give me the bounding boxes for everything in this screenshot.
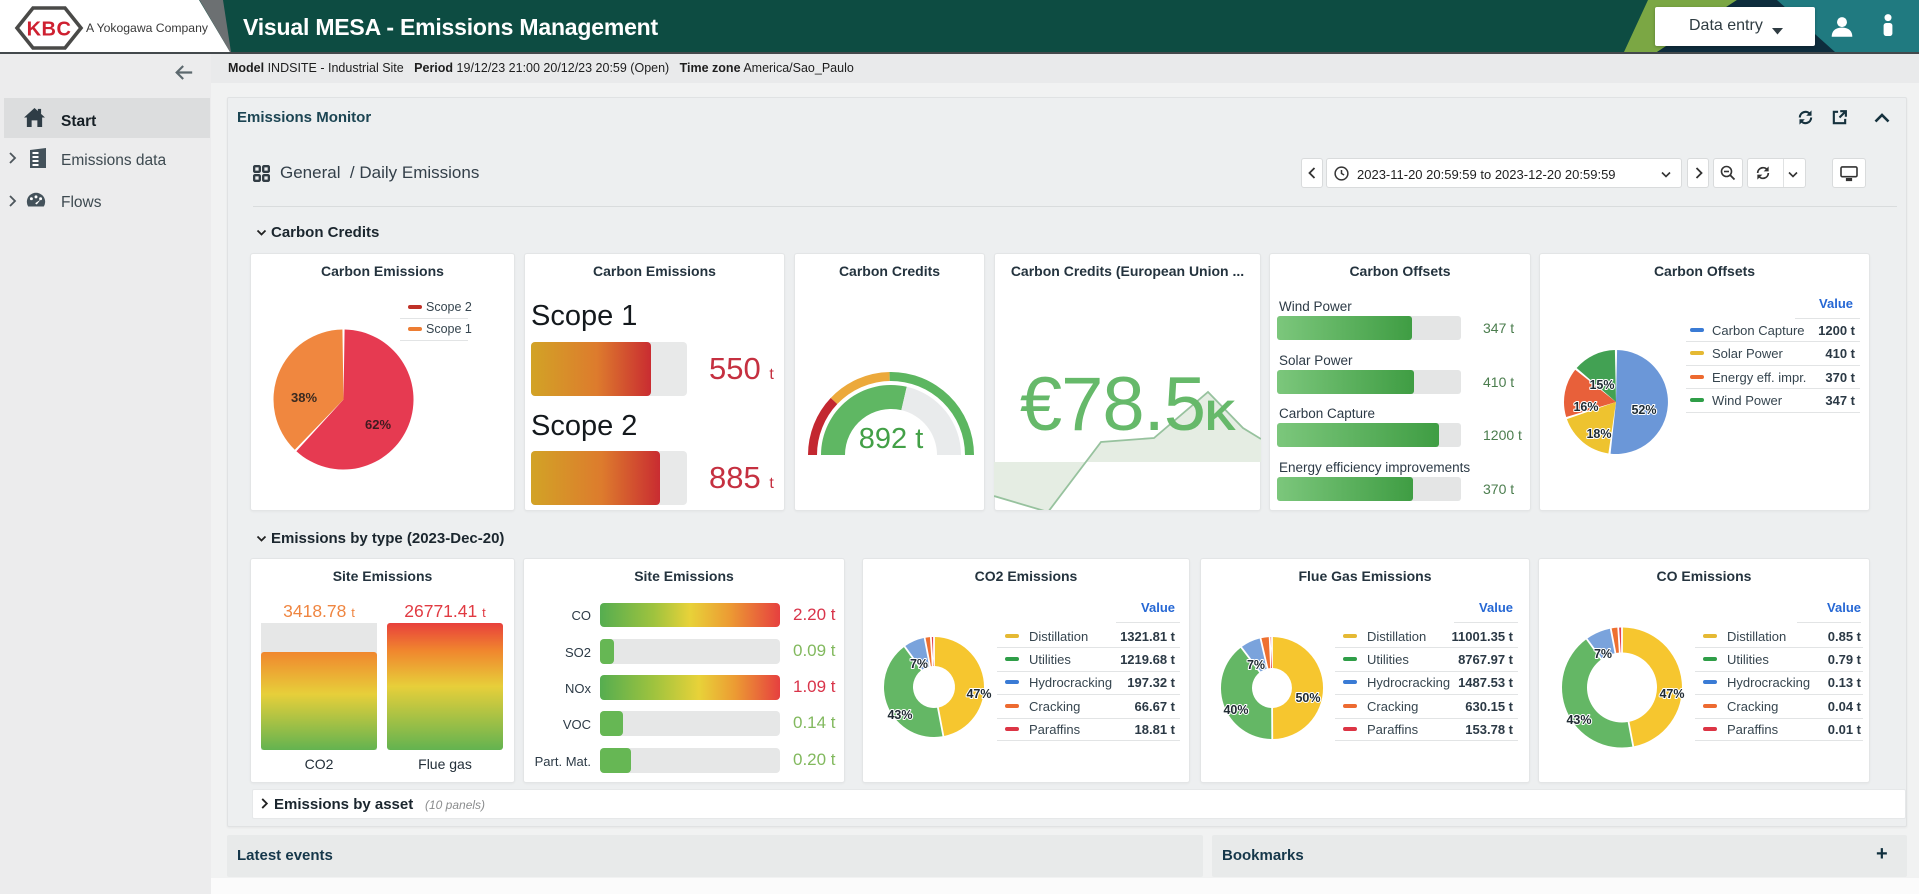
svg-text:43%: 43% [1566,713,1591,727]
svg-text:50%: 50% [1295,691,1320,705]
svg-text:7%: 7% [1594,647,1612,661]
svg-text:38%: 38% [291,390,317,405]
svg-text:892 t: 892 t [859,423,924,455]
svg-text:47%: 47% [1659,687,1684,701]
svg-text:43%: 43% [887,708,912,722]
svg-text:7%: 7% [910,657,928,671]
svg-text:62%: 62% [365,417,391,432]
svg-text:47%: 47% [966,687,991,701]
svg-text:16%: 16% [1573,400,1598,414]
svg-text:7%: 7% [1247,658,1265,672]
svg-text:40%: 40% [1223,703,1248,717]
svg-text:15%: 15% [1589,378,1614,392]
svg-text:52%: 52% [1631,403,1656,417]
svg-text:18%: 18% [1586,427,1611,441]
svg-text:KBC: KBC [27,19,72,41]
